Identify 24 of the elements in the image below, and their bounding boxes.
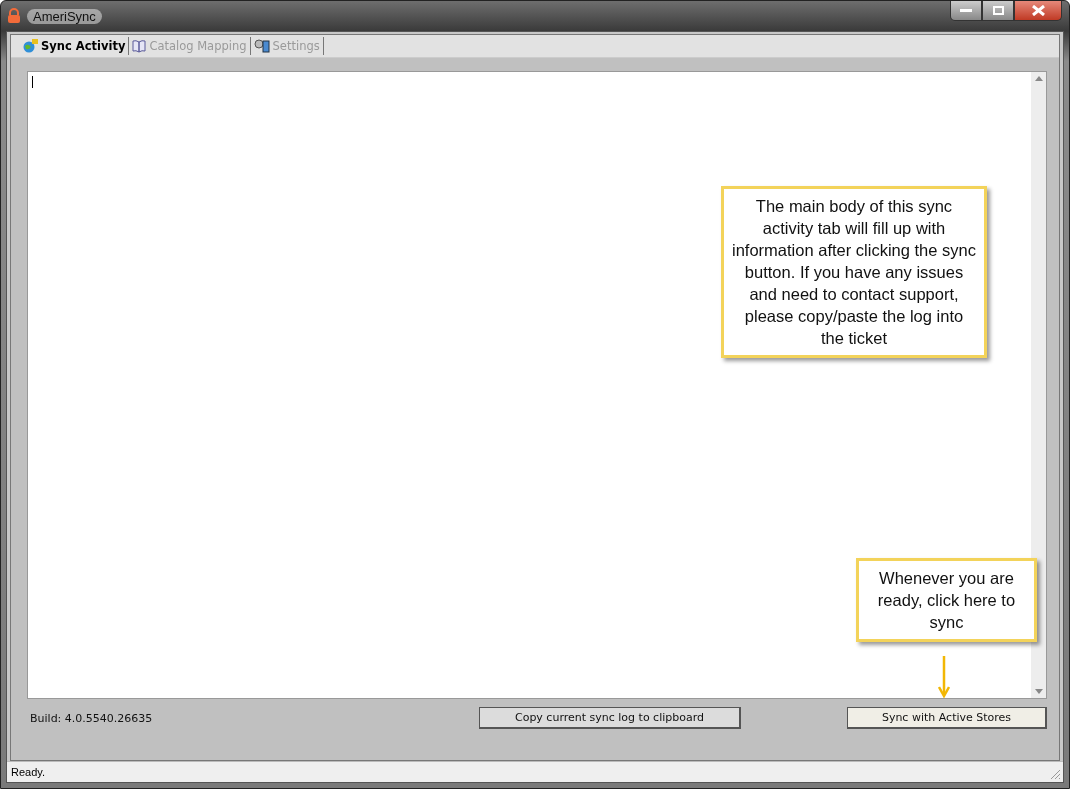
scroll-down-icon[interactable] [1034, 689, 1043, 694]
maximize-button[interactable] [982, 1, 1014, 21]
maximize-icon [992, 6, 1004, 15]
globe-icon [22, 39, 38, 53]
scroll-up-icon[interactable] [1034, 76, 1043, 81]
sync-button[interactable]: Sync with Active Stores [847, 707, 1047, 729]
gears-icon [253, 39, 270, 53]
copy-log-button[interactable]: Copy current sync log to clipboard [479, 707, 741, 729]
arrow-icon [938, 656, 950, 698]
minimize-icon [960, 9, 972, 12]
window-title: AmeriSync [27, 8, 102, 24]
minimize-button[interactable] [950, 1, 982, 21]
callout-note: Whenever you are ready, click here to sync [856, 558, 1037, 642]
app-logo-icon [6, 8, 22, 24]
resize-grip-icon[interactable] [1049, 768, 1061, 780]
status-bar: Ready. [7, 761, 1063, 782]
close-icon [1031, 5, 1045, 16]
book-icon [132, 39, 147, 53]
callout-note: The main body of this sync activity tab will fill up with information after clicking the sync button. If you have any issues and need to contact support, please copy/paste the log into the ticket [721, 186, 987, 358]
close-button[interactable] [1014, 1, 1062, 21]
tab[interactable]: Sync Activity [19, 37, 130, 55]
log-text-area[interactable] [27, 71, 1047, 699]
scrollbar[interactable] [1031, 72, 1046, 698]
build-label: Build: 4.0.5540.26635 [30, 711, 154, 725]
